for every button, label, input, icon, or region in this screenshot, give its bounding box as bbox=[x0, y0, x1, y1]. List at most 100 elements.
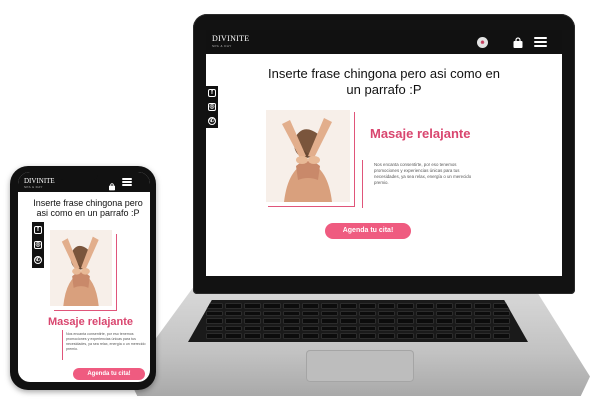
keyboard-key bbox=[435, 310, 453, 317]
keyboard-key bbox=[397, 325, 415, 332]
keyboard-key bbox=[378, 310, 396, 317]
phone-screen: DIVINITE SPA & DAY Inserte frase chingon… bbox=[18, 172, 150, 382]
keyboard-key bbox=[301, 325, 319, 332]
laptop-trackpad bbox=[306, 350, 414, 382]
keyboard-key bbox=[301, 303, 319, 309]
laptop-screen: DIVINITE SPA & DAY ☻ Inserte frase ching… bbox=[206, 30, 562, 276]
facebook-icon[interactable]: f bbox=[208, 89, 216, 97]
keyboard-key bbox=[359, 318, 377, 324]
keyboard-key bbox=[244, 333, 262, 339]
keyboard-key bbox=[320, 333, 338, 339]
user-avatar-icon[interactable]: ☻ bbox=[477, 37, 488, 48]
keyboard-key bbox=[359, 333, 377, 339]
mobile-shopping-bag-icon[interactable] bbox=[108, 178, 116, 191]
mobile-brand-tagline: SPA & DAY bbox=[24, 185, 43, 189]
keyboard-key bbox=[359, 303, 377, 309]
keyboard-key bbox=[320, 318, 338, 324]
keyboard-key bbox=[416, 310, 434, 317]
keyboard-key bbox=[454, 325, 472, 332]
mobile-hero-title: Inserte frase chingona pero asi como en … bbox=[33, 198, 143, 218]
keyboard-key bbox=[378, 303, 396, 309]
mobile-service-description: Nos encanta consentirte, por eso tenemos… bbox=[66, 332, 146, 351]
mobile-instagram-icon[interactable]: ◎ bbox=[34, 241, 42, 249]
keyboard-key bbox=[263, 333, 281, 339]
keyboard-key bbox=[435, 325, 453, 332]
keyboard-key bbox=[244, 318, 262, 324]
keyboard-key bbox=[244, 325, 262, 332]
keyboard-key bbox=[320, 325, 338, 332]
keyboard-key bbox=[454, 303, 472, 309]
keyboard-key bbox=[473, 333, 491, 339]
keyboard-key bbox=[492, 310, 510, 317]
brand-tagline: SPA & DAY bbox=[212, 44, 232, 48]
keyboard-key bbox=[320, 303, 338, 309]
keyboard-key bbox=[225, 325, 243, 332]
shopping-bag-icon[interactable] bbox=[512, 36, 524, 48]
keyboard-key bbox=[416, 333, 434, 339]
mobile-massage-photo bbox=[50, 230, 112, 306]
keyboard-key bbox=[339, 310, 357, 317]
brand-logo[interactable]: DIVINITE bbox=[212, 35, 250, 43]
mobile-whatsapp-icon[interactable]: ✆ bbox=[34, 256, 42, 264]
mobile-service-heading: Masaje relajante bbox=[48, 316, 133, 328]
service-heading: Masaje relajante bbox=[370, 126, 471, 141]
keyboard-key bbox=[416, 318, 434, 324]
keyboard-key bbox=[339, 303, 357, 309]
keyboard-key bbox=[206, 310, 224, 317]
keyboard-key bbox=[263, 318, 281, 324]
text-divider bbox=[362, 160, 363, 208]
keyboard-key bbox=[282, 333, 300, 339]
keyboard-key bbox=[263, 325, 281, 332]
keyboard-key bbox=[225, 303, 243, 309]
laptop-keyboard bbox=[188, 300, 528, 342]
keyboard-key bbox=[225, 318, 243, 324]
keyboard-key bbox=[378, 325, 396, 332]
keyboard-key bbox=[225, 310, 243, 317]
keyboard-key bbox=[320, 310, 338, 317]
keyboard-key bbox=[301, 318, 319, 324]
keyboard-key bbox=[492, 333, 510, 339]
book-appointment-button[interactable]: Agenda tu cita! bbox=[325, 223, 411, 239]
phone-camera-notch bbox=[58, 174, 98, 180]
keyboard-key bbox=[282, 325, 300, 332]
keyboard-key bbox=[206, 318, 224, 324]
keyboard-key bbox=[282, 318, 300, 324]
mobile-social-bar: f ◎ ✆ bbox=[32, 222, 44, 268]
mobile-facebook-icon[interactable]: f bbox=[34, 226, 42, 234]
keyboard-key bbox=[263, 310, 281, 317]
instagram-icon[interactable]: ◎ bbox=[208, 103, 216, 111]
keyboard-key bbox=[397, 303, 415, 309]
keyboard-key bbox=[244, 303, 262, 309]
hero-title: Inserte frase chingona pero asi como en … bbox=[268, 66, 500, 97]
keyboard-key bbox=[492, 318, 510, 324]
mobile-brand-logo[interactable]: DIVINITE bbox=[24, 178, 55, 185]
keyboard-key bbox=[454, 310, 472, 317]
navbar: DIVINITE SPA & DAY ☻ bbox=[206, 30, 562, 54]
keyboard-key bbox=[416, 303, 434, 309]
keyboard-key bbox=[244, 310, 262, 317]
keyboard-key bbox=[473, 310, 491, 317]
keyboard-key bbox=[397, 310, 415, 317]
keyboard-key bbox=[473, 318, 491, 324]
mobile-book-appointment-button[interactable]: Agenda tu cita! bbox=[73, 368, 145, 380]
keyboard-key bbox=[206, 325, 224, 332]
keyboard-key bbox=[454, 318, 472, 324]
keyboard-key bbox=[282, 303, 300, 309]
keyboard-key bbox=[225, 333, 243, 339]
keyboard-key bbox=[435, 303, 453, 309]
keyboard-key bbox=[454, 333, 472, 339]
hamburger-menu-icon[interactable] bbox=[534, 37, 547, 47]
keyboard-key bbox=[473, 325, 491, 332]
whatsapp-icon[interactable]: ✆ bbox=[208, 117, 216, 125]
keyboard-key bbox=[378, 318, 396, 324]
keyboard-key bbox=[435, 318, 453, 324]
keyboard-key bbox=[397, 318, 415, 324]
keyboard-key bbox=[473, 303, 491, 309]
keyboard-key bbox=[416, 325, 434, 332]
mobile-hamburger-menu-icon[interactable] bbox=[122, 178, 132, 187]
keyboard-key bbox=[339, 333, 357, 339]
keyboard-key bbox=[378, 333, 396, 339]
keyboard-key bbox=[492, 325, 510, 332]
social-bar: f ◎ ✆ bbox=[206, 86, 218, 128]
keyboard-key bbox=[339, 325, 357, 332]
